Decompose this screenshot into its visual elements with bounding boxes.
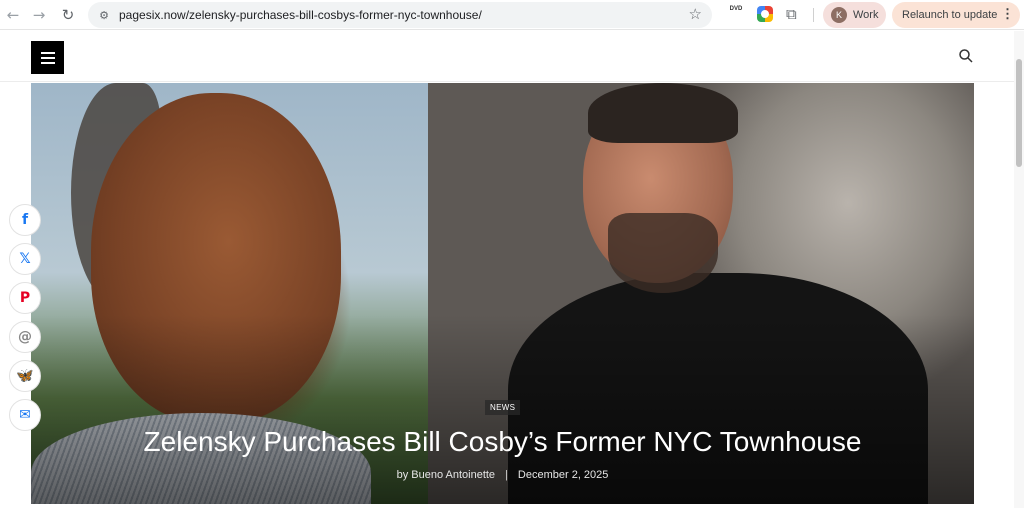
threads-share-button[interactable]: @ xyxy=(9,321,41,353)
dvd-extension-icon[interactable]: DVD xyxy=(728,6,744,22)
reload-icon[interactable]: ↻ xyxy=(58,5,78,25)
relaunch-button[interactable]: Relaunch to update ⋮ xyxy=(892,2,1020,28)
color-extension-icon[interactable] xyxy=(757,6,773,22)
article-meta: by Bueno Antoinette | December 2, 2025 xyxy=(31,469,974,481)
hamburger-line xyxy=(40,56,55,59)
bookmark-star-icon[interactable]: ☆ xyxy=(689,5,702,23)
search-icon[interactable] xyxy=(958,48,974,64)
scrollbar[interactable] xyxy=(1014,31,1024,508)
extensions-puzzle-icon[interactable]: ⧉ xyxy=(786,6,802,22)
kebab-menu-icon[interactable]: ⋮ xyxy=(1001,6,1014,22)
scrollbar-thumb[interactable] xyxy=(1016,59,1022,167)
page-content: NEWS Zelensky Purchases Bill Cosby’s For… xyxy=(0,31,1024,508)
x-share-button[interactable]: 𝕏 xyxy=(9,243,41,275)
back-arrow-icon[interactable]: ← xyxy=(3,5,23,25)
profile-button[interactable]: K Work xyxy=(823,2,886,28)
url-text[interactable]: pagesix.now/zelensky-purchases-bill-cosb… xyxy=(119,8,482,22)
hero-image[interactable]: NEWS Zelensky Purchases Bill Cosby’s For… xyxy=(31,83,974,504)
x-icon: 𝕏 xyxy=(19,251,31,267)
bluesky-share-button[interactable]: 🦋 xyxy=(9,360,41,392)
site-info-icon[interactable]: ⚙ xyxy=(96,7,112,23)
pinterest-icon: P xyxy=(19,290,31,306)
browser-toolbar: ← → ↻ ⚙ pagesix.now/zelensky-purchases-b… xyxy=(0,0,1024,30)
avatar: K xyxy=(831,7,847,23)
profile-name: Work xyxy=(853,9,879,21)
author-name[interactable]: by Bueno Antoinette xyxy=(397,469,495,481)
facebook-share-button[interactable]: f xyxy=(9,204,41,236)
article-headline[interactable]: Zelensky Purchases Bill Cosby’s Former N… xyxy=(31,426,974,458)
facebook-icon: f xyxy=(21,212,29,228)
meta-separator: | xyxy=(505,469,508,481)
email-share-button[interactable]: ✉ xyxy=(9,399,41,431)
bluesky-icon: 🦋 xyxy=(16,368,34,384)
forward-arrow-icon[interactable]: → xyxy=(29,5,49,25)
address-bar[interactable]: ⚙ pagesix.now/zelensky-purchases-bill-co… xyxy=(88,2,712,28)
category-badge[interactable]: NEWS xyxy=(485,400,521,415)
relaunch-label: Relaunch to update xyxy=(902,9,998,21)
hamburger-line xyxy=(40,51,55,54)
site-header xyxy=(0,31,1014,82)
hamburger-menu-button[interactable] xyxy=(31,41,64,74)
pinterest-share-button[interactable]: P xyxy=(9,282,41,314)
email-icon: ✉ xyxy=(19,407,31,423)
threads-icon: @ xyxy=(18,329,32,345)
toolbar-divider xyxy=(813,8,814,22)
publish-date: December 2, 2025 xyxy=(517,469,609,481)
hamburger-line xyxy=(40,61,55,64)
